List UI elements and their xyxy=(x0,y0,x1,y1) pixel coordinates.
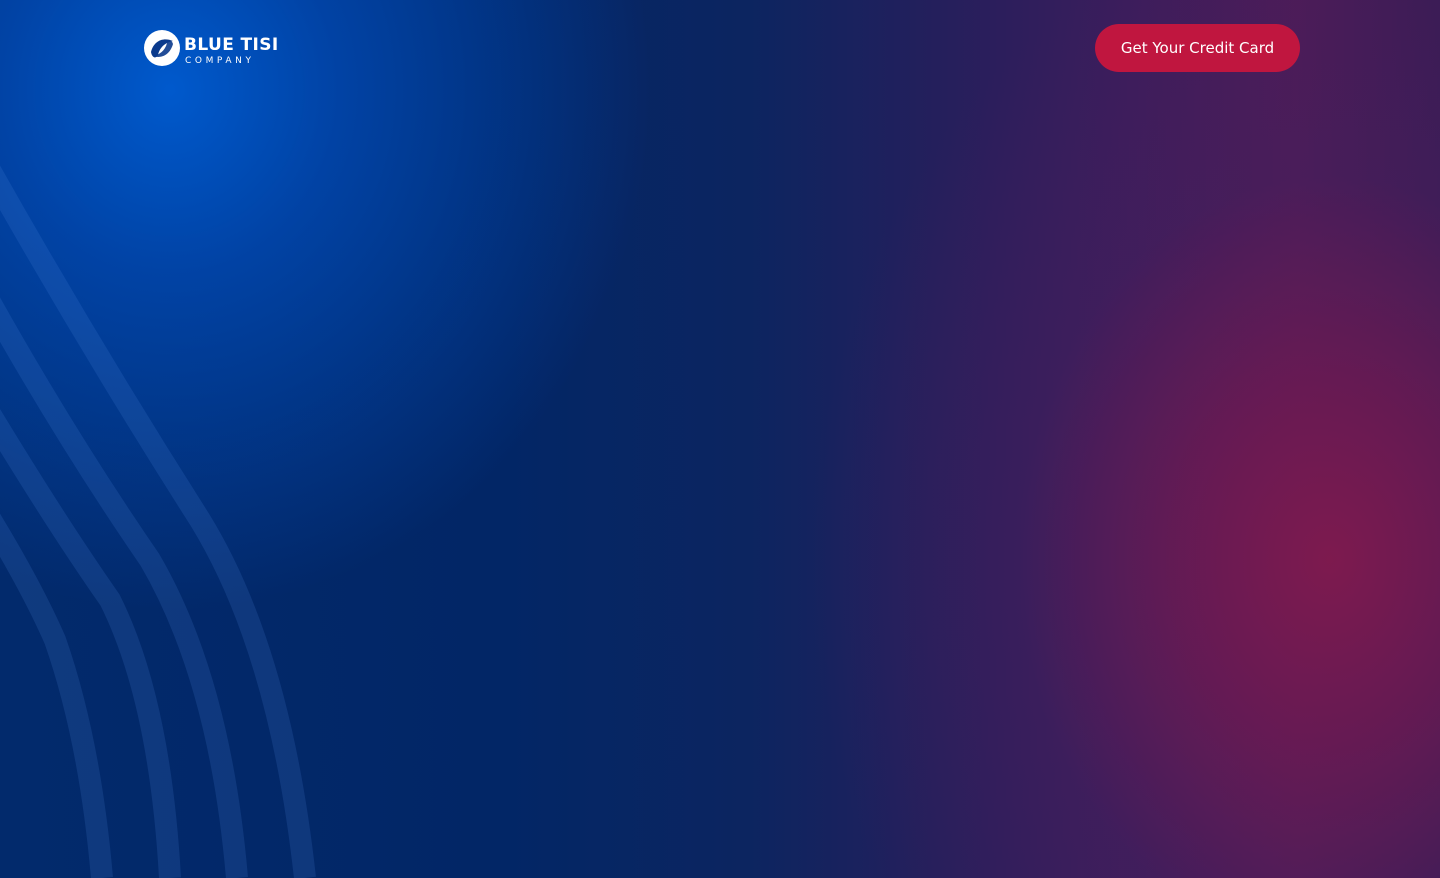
decorative-stripes xyxy=(0,165,316,878)
brand-logo[interactable]: BLUE TISI COMPANY xyxy=(142,28,292,68)
brand-swirl-icon xyxy=(144,30,180,66)
site-header: BLUE TISI COMPANY Get Your Credit Card xyxy=(142,24,1300,72)
get-credit-card-button[interactable]: Get Your Credit Card xyxy=(1095,24,1300,72)
brand-name: BLUE TISI xyxy=(184,35,279,55)
hero-section: BLUE TISI COMPANY Get Your Credit Card xyxy=(0,0,1440,878)
brand-subtitle: COMPANY xyxy=(185,56,255,66)
